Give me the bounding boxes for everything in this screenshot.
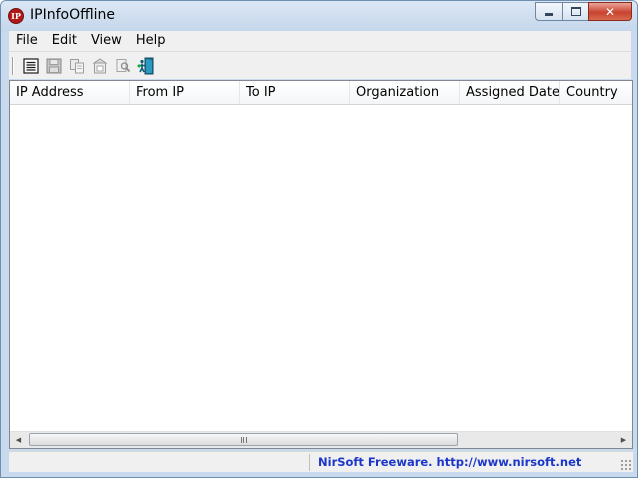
scroll-left-button[interactable]: ◀: [10, 432, 27, 448]
scroll-right-button[interactable]: ▶: [615, 432, 632, 448]
html-report-icon: [91, 57, 108, 73]
properties-icon: [22, 57, 39, 74]
grip-icon: [240, 436, 247, 443]
column-header-ip-address[interactable]: IP Address: [10, 81, 130, 104]
menu-view[interactable]: View: [84, 31, 129, 51]
main-window: IP IPInfoOffline ✕ File Edit View Help I…: [0, 0, 638, 478]
status-panel-right: NirSoft Freeware. http://www.nirsoft.net: [309, 454, 633, 471]
save-button[interactable]: [42, 55, 65, 77]
find-button[interactable]: [111, 55, 134, 77]
horizontal-scrollbar[interactable]: ◀ ▶: [10, 431, 632, 448]
column-header-country[interactable]: Country: [560, 81, 632, 104]
resize-grip-icon[interactable]: [620, 459, 632, 471]
scroll-thumb[interactable]: [29, 433, 458, 446]
html-report-button[interactable]: [88, 55, 111, 77]
menu-bar: File Edit View Help: [9, 31, 631, 51]
minimize-button[interactable]: [535, 2, 562, 21]
close-icon: ✕: [604, 4, 616, 19]
arrow-left-icon: ◀: [15, 436, 22, 444]
nirsoft-link[interactable]: NirSoft Freeware. http://www.nirsoft.net: [318, 455, 581, 469]
window-title: IPInfoOffline: [30, 7, 115, 23]
title-bar[interactable]: IP IPInfoOffline ✕: [1, 1, 637, 31]
menu-file[interactable]: File: [9, 31, 45, 51]
exit-icon: [136, 57, 153, 74]
exit-button[interactable]: [134, 55, 157, 77]
toolbar: [9, 51, 631, 79]
caption-buttons: ✕: [535, 2, 632, 21]
maximize-button[interactable]: [562, 2, 588, 21]
arrow-right-icon: ▶: [620, 436, 627, 444]
toolbar-grip: [12, 56, 14, 75]
app-icon[interactable]: IP: [8, 8, 24, 24]
maximize-icon: [570, 7, 581, 16]
list-header: IP Address From IP To IP Organization As…: [10, 81, 632, 105]
close-button[interactable]: ✕: [588, 2, 632, 21]
copy-icon: [69, 58, 84, 73]
menu-help[interactable]: Help: [129, 31, 173, 51]
copy-button[interactable]: [65, 55, 88, 77]
column-header-from-ip[interactable]: From IP: [130, 81, 240, 104]
menu-edit[interactable]: Edit: [45, 31, 84, 51]
save-icon: [46, 58, 61, 73]
properties-button[interactable]: [19, 55, 42, 77]
column-header-assigned-date[interactable]: Assigned Date: [460, 81, 560, 104]
find-icon: [116, 58, 130, 72]
column-header-organization[interactable]: Organization: [350, 81, 460, 104]
status-panel-left: [9, 454, 309, 471]
ip-list-view[interactable]: IP Address From IP To IP Organization As…: [9, 80, 633, 449]
column-header-to-ip[interactable]: To IP: [240, 81, 350, 104]
status-bar: NirSoft Freeware. http://www.nirsoft.net: [9, 451, 633, 472]
minimize-icon: [545, 13, 553, 16]
